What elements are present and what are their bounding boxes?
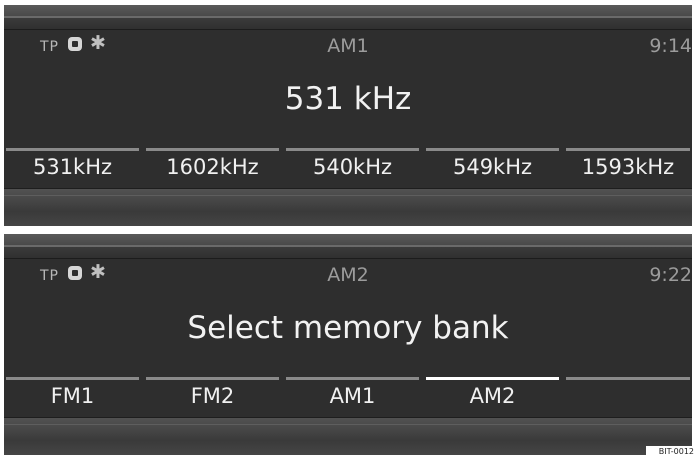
bank-button-am1[interactable]: AM1	[284, 377, 421, 415]
bank-indicator	[6, 377, 139, 380]
preset-indicator	[146, 148, 279, 151]
preset-indicator	[566, 148, 690, 151]
figure-code: BIT-0012	[646, 446, 694, 458]
bank-button-fm2[interactable]: FM2	[144, 377, 281, 415]
bank-label: FM2	[190, 384, 235, 408]
status-bar: TP ✱ AM1 9:14	[4, 29, 692, 65]
preset-label: 1602kHz	[166, 155, 259, 179]
top-bar	[4, 5, 692, 30]
bank-button-am2[interactable]: AM2	[424, 377, 561, 415]
preset-indicator	[6, 148, 139, 151]
bank-button-fm1[interactable]: FM1	[4, 377, 141, 415]
frequency-display: 531 kHz	[284, 81, 412, 117]
bank-label: AM2	[469, 384, 516, 408]
preset-label: 549kHz	[452, 155, 533, 179]
bank-label: AM1	[329, 384, 376, 408]
bank-indicator	[146, 377, 279, 380]
clock: 9:14	[649, 35, 692, 57]
bank-indicator	[286, 377, 419, 380]
preset-button[interactable]: 549kHz	[424, 148, 561, 186]
radio-screen-am2: TP ✱ AM2 9:22 Select memory bank FM1 FM2…	[4, 234, 692, 455]
bottom-bar	[4, 417, 692, 455]
bottom-bar	[4, 188, 692, 227]
preset-indicator	[426, 148, 559, 151]
preset-bar: 531kHz 1602kHz 540kHz 549kHz 1593kHz	[4, 148, 692, 186]
screen-divider	[4, 226, 692, 234]
bank-label: FM1	[50, 384, 95, 408]
preset-label: 1593kHz	[581, 155, 675, 179]
preset-button[interactable]: 540kHz	[284, 148, 421, 186]
top-bar	[4, 234, 692, 259]
preset-button[interactable]: 1593kHz	[564, 148, 692, 186]
bank-indicator	[566, 377, 690, 380]
clock: 9:22	[649, 264, 692, 286]
memory-bank-prompt: Select memory bank	[187, 310, 509, 346]
radio-screen-am1: TP ✱ AM1 9:14 531 kHz 531kHz 1602kHz 540…	[4, 5, 692, 227]
preset-button[interactable]: 1602kHz	[144, 148, 281, 186]
preset-label: 540kHz	[312, 155, 393, 179]
screenshot-frame: TP ✱ AM1 9:14 531 kHz 531kHz 1602kHz 540…	[4, 5, 692, 455]
bank-button-empty[interactable]	[564, 377, 692, 415]
status-bar: TP ✱ AM2 9:22	[4, 258, 692, 294]
bank-indicator-active	[426, 377, 559, 380]
preset-label: 531kHz	[32, 155, 113, 179]
preset-button[interactable]: 531kHz	[4, 148, 141, 186]
memory-bank-bar: FM1 FM2 AM1 AM2	[4, 377, 692, 415]
band-label: AM1	[327, 35, 369, 57]
preset-indicator	[286, 148, 419, 151]
band-label: AM2	[327, 264, 369, 286]
